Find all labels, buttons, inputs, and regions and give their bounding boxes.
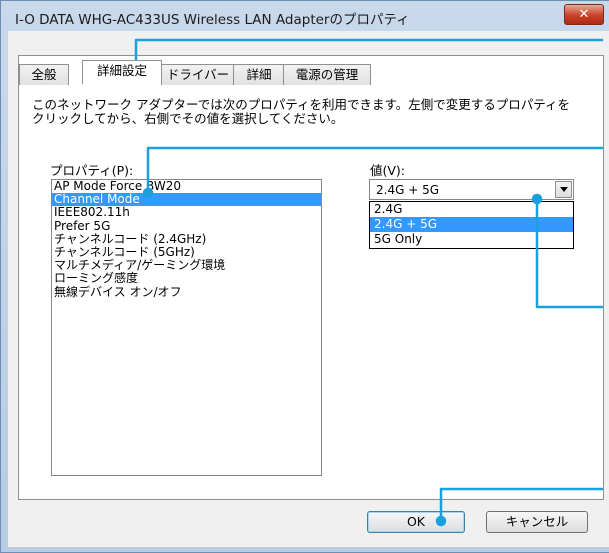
combobox-value: 2.4G + 5G — [376, 183, 439, 197]
value-label: 値(V): — [370, 163, 406, 178]
tab-label: 全般 — [31, 67, 57, 82]
list-item[interactable]: チャンネルコード (2.4GHz) — [52, 232, 321, 246]
tab-power-management[interactable]: 電源の管理 — [283, 64, 371, 85]
tab-details[interactable]: 詳細 — [233, 64, 285, 85]
value-dropdown-list[interactable]: 2.4G 2.4G + 5G 5G Only — [369, 201, 574, 249]
property-label: プロパティ(P): — [50, 163, 134, 178]
list-item[interactable]: Prefer 5G — [52, 219, 321, 233]
list-item[interactable]: 無線デバイス オン/オフ — [52, 285, 321, 299]
title-bar[interactable]: I-O DATA WHG-AC433US Wireless LAN Adapte… — [1, 1, 609, 31]
description-text: このネットワーク アダプターでは次のプロパティを利用できます。左側で変更するプロ… — [32, 98, 572, 126]
cancel-button[interactable]: キャンセル — [486, 511, 588, 533]
tab-advanced[interactable]: 詳細設定 — [82, 60, 162, 84]
chevron-down-icon — [560, 187, 568, 192]
value-combobox[interactable]: 2.4G + 5G — [369, 179, 574, 200]
close-button[interactable]: ✕ — [564, 4, 604, 25]
tab-label: ドライバー — [166, 67, 230, 82]
tab-general[interactable]: 全般 — [19, 64, 69, 85]
property-listbox[interactable]: AP Mode Force BW20 Channel Mode IEEE802.… — [51, 179, 322, 476]
tab-label: 詳細 — [246, 67, 272, 82]
dropdown-button[interactable] — [555, 181, 572, 198]
description-line: クリックしてから、右側でその値を選択してください。 — [32, 111, 344, 126]
dropdown-option-selected[interactable]: 2.4G + 5G — [370, 217, 573, 232]
ok-button-label: OK — [406, 514, 426, 529]
tab-driver[interactable]: ドライバー — [161, 64, 235, 85]
dropdown-option[interactable]: 2.4G — [370, 202, 573, 217]
tab-label: 電源の管理 — [295, 67, 359, 82]
ok-button[interactable]: OK — [367, 511, 465, 533]
description-line: このネットワーク アダプターでは次のプロパティを利用できます。左側で変更するプロ… — [32, 97, 570, 112]
tab-label: 詳細設定 — [96, 63, 147, 78]
cancel-button-label: キャンセル — [505, 514, 569, 529]
list-item[interactable]: IEEE802.11h — [52, 206, 321, 219]
dropdown-option[interactable]: 5G Only — [370, 232, 573, 247]
close-icon: ✕ — [578, 7, 590, 22]
window-title: I-O DATA WHG-AC433US Wireless LAN Adapte… — [15, 12, 410, 28]
list-item[interactable]: ローミング感度 — [52, 272, 321, 285]
